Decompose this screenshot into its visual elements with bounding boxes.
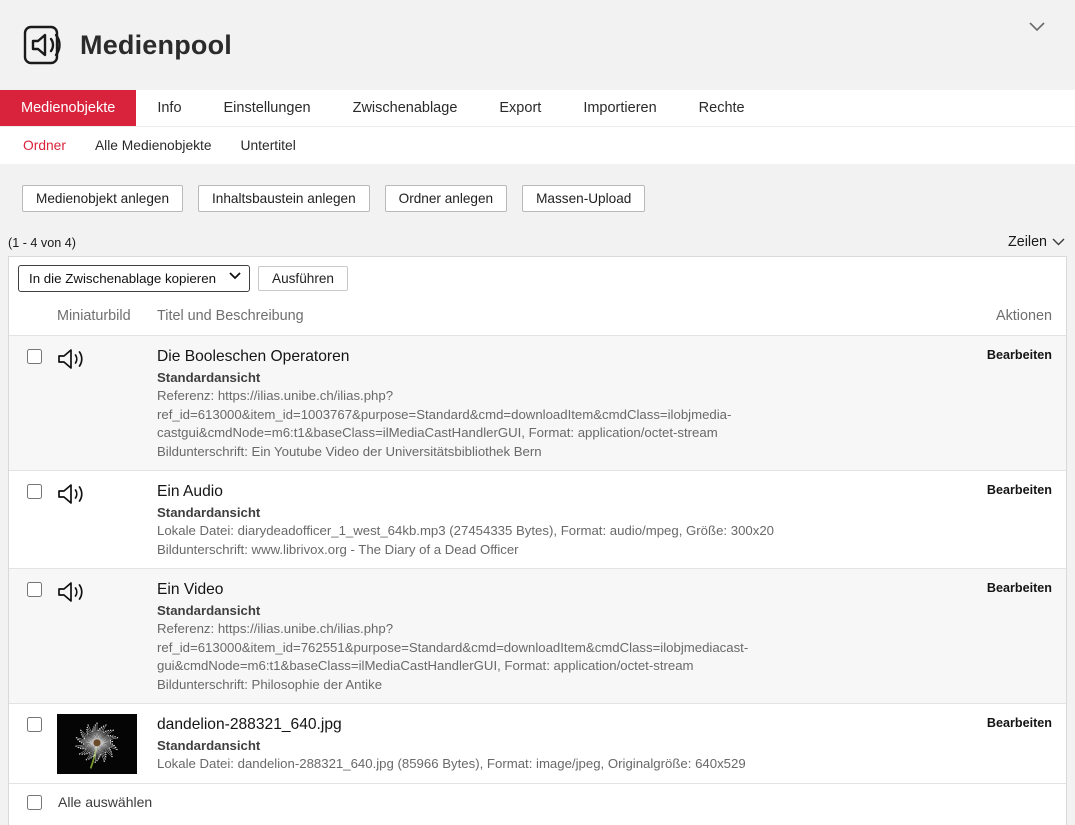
create-media-object-button[interactable]: Medienobjekt anlegen bbox=[22, 185, 183, 212]
tab-bar: Medienobjekte Info Einstellungen Zwische… bbox=[0, 90, 1075, 127]
bulk-action-select[interactable]: In die Zwischenablage kopieren bbox=[18, 265, 250, 292]
column-header-actions: Aktionen bbox=[954, 308, 1066, 324]
bulk-action-row-bottom: In die Zwischenablage kopieren Ausführen bbox=[9, 819, 1066, 825]
speaker-icon bbox=[57, 580, 85, 604]
toolbar: Medienobjekt anlegen Inhaltsbaustein anl… bbox=[22, 185, 1075, 212]
edit-link[interactable]: Bearbeiten bbox=[987, 581, 1052, 595]
table-row: Ein Video Standardansicht Referenz: http… bbox=[9, 568, 1066, 703]
item-title: dandelion-288321_640.jpg bbox=[157, 714, 936, 735]
speaker-icon bbox=[57, 482, 85, 506]
table-row: Die Booleschen Operatoren Standardansich… bbox=[9, 335, 1066, 470]
create-content-snippet-button[interactable]: Inhaltsbaustein anlegen bbox=[198, 185, 370, 212]
tab-zwischenablage[interactable]: Zwischenablage bbox=[332, 90, 479, 126]
item-caption: Bildunterschrift: Philosophie der Antike bbox=[157, 676, 936, 695]
subtab-ordner[interactable]: Ordner bbox=[23, 138, 66, 153]
execute-button[interactable]: Ausführen bbox=[258, 266, 348, 291]
item-reference: Referenz: https://ilias.unibe.ch/ilias.p… bbox=[157, 620, 936, 676]
pagination-row: (1 - 4 von 4) Zeilen bbox=[8, 234, 1065, 250]
item-caption: Bildunterschrift: Ein Youtube Video der … bbox=[157, 443, 936, 462]
tab-importieren[interactable]: Importieren bbox=[562, 90, 677, 126]
dandelion-thumbnail bbox=[57, 714, 137, 774]
item-title: Ein Video bbox=[157, 579, 936, 600]
rows-dropdown[interactable]: Zeilen bbox=[1008, 234, 1065, 250]
chevron-down-icon[interactable] bbox=[1029, 22, 1045, 32]
tab-rechte[interactable]: Rechte bbox=[678, 90, 766, 126]
tab-medienobjekte[interactable]: Medienobjekte bbox=[0, 90, 136, 126]
item-title: Die Booleschen Operatoren bbox=[157, 346, 936, 367]
media-objects-table: In die Zwischenablage kopieren Ausführen… bbox=[8, 256, 1067, 825]
subtab-untertitel[interactable]: Untertitel bbox=[241, 138, 296, 153]
select-all-checkbox[interactable] bbox=[27, 795, 42, 810]
bulk-upload-button[interactable]: Massen-Upload bbox=[522, 185, 645, 212]
select-all-label: Alle auswählen bbox=[58, 794, 152, 810]
edit-link[interactable]: Bearbeiten bbox=[987, 483, 1052, 497]
page-title: Medienpool bbox=[80, 30, 232, 61]
tab-export[interactable]: Export bbox=[478, 90, 562, 126]
item-view-label: Standardansicht bbox=[157, 601, 936, 620]
row-checkbox[interactable] bbox=[27, 717, 42, 732]
item-view-label: Standardansicht bbox=[157, 736, 936, 755]
chevron-down-icon bbox=[1052, 238, 1065, 246]
table-row: dandelion-288321_640.jpg Standardansicht… bbox=[9, 703, 1066, 783]
row-checkbox[interactable] bbox=[27, 582, 42, 597]
row-checkbox[interactable] bbox=[27, 349, 42, 364]
mediapool-speaker-icon bbox=[22, 22, 68, 68]
pagination-info-top: (1 - 4 von 4) bbox=[8, 236, 76, 250]
edit-link[interactable]: Bearbeiten bbox=[987, 348, 1052, 362]
create-folder-button[interactable]: Ordner anlegen bbox=[385, 185, 507, 212]
subtab-alle-medienobjekte[interactable]: Alle Medienobjekte bbox=[95, 138, 212, 153]
item-view-label: Standardansicht bbox=[157, 503, 936, 522]
table-row: Ein Audio Standardansicht Lokale Datei: … bbox=[9, 470, 1066, 568]
column-header-thumbnail: Miniaturbild bbox=[57, 308, 157, 324]
item-local-file: Lokale Datei: diarydeadofficer_1_west_64… bbox=[157, 522, 936, 541]
select-all-row: Alle auswählen bbox=[9, 783, 1066, 819]
item-title: Ein Audio bbox=[157, 481, 936, 502]
rows-label: Zeilen bbox=[1008, 234, 1047, 250]
bulk-action-row-top: In die Zwischenablage kopieren Ausführen bbox=[9, 257, 1066, 300]
column-header-title: Titel und Beschreibung bbox=[157, 308, 954, 324]
table-header-row: Miniaturbild Titel und Beschreibung Akti… bbox=[9, 300, 1066, 335]
row-checkbox[interactable] bbox=[27, 484, 42, 499]
tab-einstellungen[interactable]: Einstellungen bbox=[203, 90, 332, 126]
subtab-bar: Ordner Alle Medienobjekte Untertitel bbox=[0, 127, 1075, 164]
page-header: Medienpool bbox=[0, 0, 1075, 76]
item-caption: Bildunterschrift: www.librivox.org - The… bbox=[157, 541, 936, 560]
item-reference: Referenz: https://ilias.unibe.ch/ilias.p… bbox=[157, 387, 936, 443]
speaker-icon bbox=[57, 347, 85, 371]
item-local-file: Lokale Datei: dandelion-288321_640.jpg (… bbox=[157, 755, 936, 774]
tab-info[interactable]: Info bbox=[136, 90, 202, 126]
item-view-label: Standardansicht bbox=[157, 368, 936, 387]
edit-link[interactable]: Bearbeiten bbox=[987, 716, 1052, 730]
